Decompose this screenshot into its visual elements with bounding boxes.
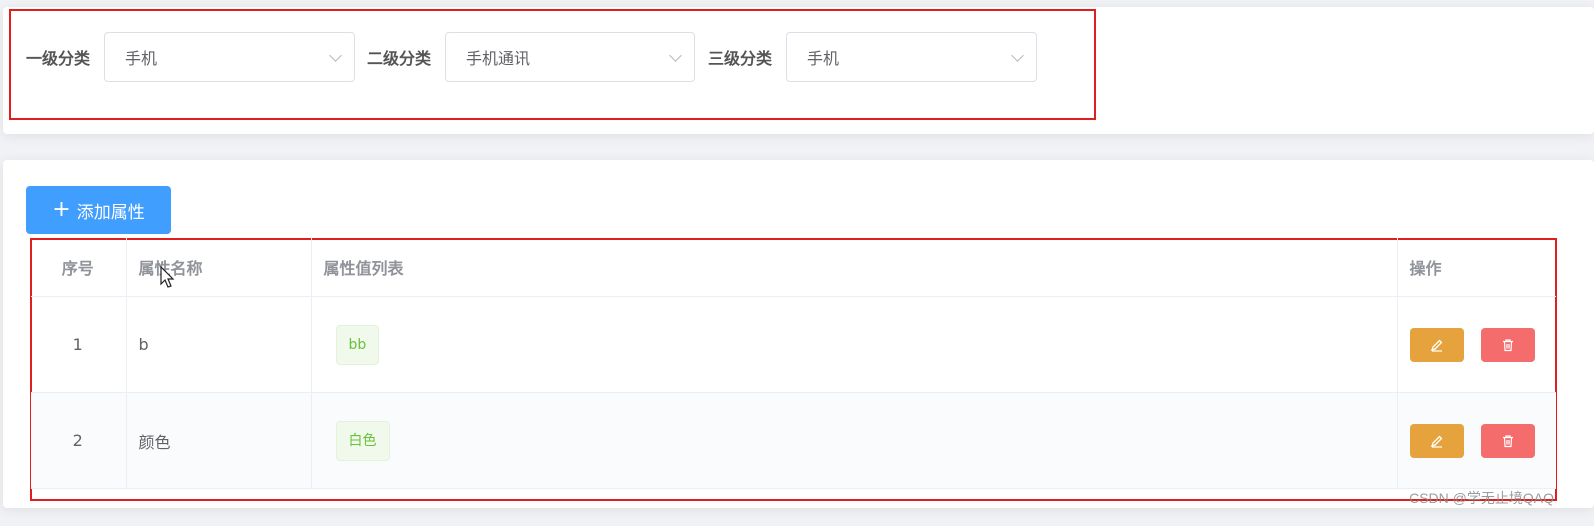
row-attr-values: 白色	[311, 392, 1398, 489]
edit-button[interactable]	[1409, 423, 1464, 458]
mouse-cursor-icon	[160, 266, 175, 288]
pencil-icon	[1430, 435, 1442, 448]
row-actions	[1397, 296, 1556, 393]
edit-button[interactable]	[1409, 327, 1464, 362]
select-level3-category[interactable]: 手机	[786, 32, 1038, 82]
trash-icon	[1502, 338, 1513, 351]
header-attr-name: 属性名称	[126, 238, 312, 297]
select-level1-category[interactable]: 手机	[104, 32, 356, 82]
header-attr-values: 属性值列表	[311, 238, 1398, 297]
row-attr-name: 颜色	[126, 392, 312, 489]
category-filter-row: 一级分类 手机 二级分类 手机通讯 三级分类 手机	[26, 32, 1038, 82]
trash-icon	[1502, 434, 1513, 447]
header-index: 序号	[31, 238, 127, 297]
attribute-table: 序号 属性名称 属性值列表 操作 1 b bb 2 颜色 白色	[31, 238, 1556, 489]
delete-button[interactable]	[1480, 327, 1535, 362]
select-level2-category[interactable]: 手机通讯	[445, 32, 696, 82]
row-attr-values: bb	[311, 296, 1398, 393]
select-level1-value: 手机	[125, 49, 158, 68]
chevron-down-icon	[1011, 49, 1024, 62]
row-index: 1	[31, 296, 127, 393]
row-index: 2	[31, 392, 127, 489]
plus-icon: +	[52, 197, 71, 222]
delete-button[interactable]	[1480, 423, 1535, 458]
select-level3-value: 手机	[807, 49, 840, 68]
select-level2-value: 手机通讯	[466, 49, 531, 68]
table-header-row: 序号 属性名称 属性值列表 操作	[31, 238, 1556, 297]
watermark: CSDN @学无止境QAQ	[1409, 490, 1554, 506]
header-actions: 操作	[1397, 238, 1556, 297]
pencil-icon	[1430, 339, 1442, 352]
add-attribute-button[interactable]: + 添加属性	[26, 186, 171, 234]
filter-label-level3: 三级分类	[708, 49, 773, 68]
row-actions	[1397, 392, 1556, 489]
filter-label-level2: 二级分类	[367, 49, 432, 68]
chevron-down-icon	[329, 49, 342, 62]
attr-value-tag: bb	[335, 324, 380, 365]
attr-value-tag: 白色	[335, 420, 390, 461]
filter-label-level1: 一级分类	[26, 49, 91, 68]
chevron-down-icon	[669, 49, 682, 62]
row-attr-name: b	[126, 296, 312, 393]
table-row: 1 b bb	[31, 296, 1556, 393]
add-attribute-label: 添加属性	[76, 202, 145, 223]
table-row: 2 颜色 白色	[31, 392, 1556, 489]
